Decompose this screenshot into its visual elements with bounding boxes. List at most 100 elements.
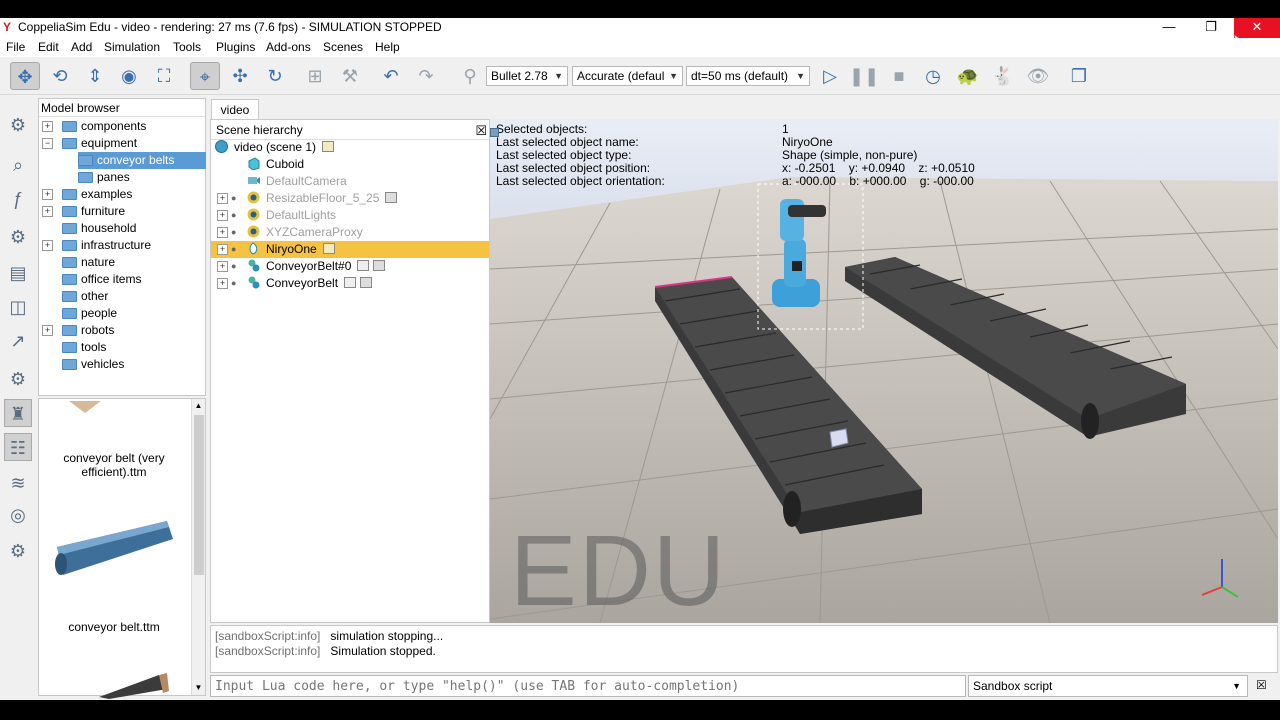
dynamics-icon[interactable]: ⚲ [455,62,485,90]
accuracy-select[interactable]: Accurate (defaul ▼ [572,66,683,86]
hierarchy-item-conveyorbelt[interactable]: + ● ConveyorBelt [211,275,489,292]
click-select-icon[interactable]: ⌖ [190,62,220,90]
expand-icon[interactable]: + [217,210,228,221]
script-icon[interactable] [357,260,370,271]
menu-addons[interactable]: Add-ons [266,40,311,54]
tree-item-nature[interactable]: nature [62,254,115,271]
undo-icon[interactable]: ↶ [376,62,406,90]
expand-icon[interactable]: + [217,244,228,255]
thumbnail-scrollbar[interactable]: ▲ ▼ [191,399,205,695]
script-icon[interactable] [344,277,357,288]
scene-hierarchy-icon[interactable]: ☷ [4,433,32,461]
camera-shift-icon[interactable]: ⇕ [80,62,110,90]
expand-icon[interactable]: + [42,121,53,132]
expand-icon[interactable]: + [217,193,228,204]
user-settings-icon[interactable]: ⚙ [4,537,32,565]
selection-icon[interactable]: ▤ [4,259,32,287]
scene-layers-icon[interactable]: ❐ [1064,62,1094,90]
expand-icon[interactable]: + [42,240,53,251]
timestep-select[interactable]: dt=50 ms (default) ▼ [686,66,810,86]
object-rotate-icon[interactable]: ↻ [260,62,290,90]
lua-command-input[interactable] [210,675,966,697]
physics-engine-select[interactable]: Bullet 2.78 ▼ [486,66,568,86]
expand-icon[interactable]: + [217,227,228,238]
tree-item-robots[interactable]: + robots [42,322,114,339]
scrollbar-thumb[interactable] [194,415,204,575]
tree-item-people[interactable]: people [62,305,117,322]
menu-scenes[interactable]: Scenes [323,40,363,54]
menu-edit[interactable]: Edit [38,40,59,54]
expand-icon[interactable]: + [42,189,53,200]
menu-help[interactable]: Help [375,40,400,54]
hierarchy-item-defaultlights[interactable]: + ● DefaultLights [211,207,489,224]
collapse-icon[interactable]: − [42,138,53,149]
faster-icon[interactable]: 🐇 [988,62,1018,90]
expand-icon[interactable]: + [42,206,53,217]
restore-button[interactable]: ❐ [1188,18,1234,38]
menu-file[interactable]: File [6,40,25,54]
hierarchy-item-xyzcameraproxy[interactable]: + ● XYZCameraProxy [211,224,489,241]
layers-icon[interactable]: ≋ [4,469,32,497]
object-shift-icon[interactable]: ✣ [225,62,255,90]
scene-viewport[interactable]: Selected objects: Last selected object n… [490,119,1278,623]
scroll-down-icon[interactable]: ▼ [192,681,205,695]
tab-video[interactable]: video [211,99,259,119]
scripts-icon[interactable]: ƒ [4,185,32,213]
info-toggle-icon[interactable] [490,128,499,137]
fit-to-view-icon[interactable]: ⛶ [149,62,179,90]
hierarchy-item-scene[interactable]: video (scene 1) [211,139,489,156]
thumbnail-label-conveyor-belt[interactable]: conveyor belt.ttm [39,620,189,634]
tree-item-components[interactable]: + components [42,118,146,135]
tree-item-tools[interactable]: tools [62,339,106,356]
hierarchy-item-niryoone[interactable]: + ● NiryoOne [211,241,489,258]
stop-icon[interactable]: ■ [884,62,914,90]
video-recorder-icon[interactable]: ◎ [4,501,32,529]
tree-item-equipment[interactable]: − equipment [42,135,137,152]
hierarchy-item-conveyorbelt0[interactable]: + ● ConveyorBelt#0 [211,258,489,275]
menu-plugins[interactable]: Plugins [216,40,255,54]
close-icon[interactable]: ☒ [475,121,487,141]
script-selector[interactable]: Sandbox script ▼ [968,675,1248,697]
script-icon[interactable] [385,192,398,203]
pause-icon[interactable]: ❚❚ [849,62,879,90]
expand-icon[interactable]: + [217,261,228,272]
menu-simulation[interactable]: Simulation [104,40,160,54]
zoom-icon[interactable]: ⌕ [4,151,32,179]
realtime-icon[interactable]: ◷ [918,62,948,90]
visualization-icon[interactable]: 👁 [1023,62,1053,90]
tree-item-household[interactable]: household [62,220,136,237]
assemble-icon[interactable]: ⊞ [300,62,330,90]
tree-item-conveyor-belts[interactable]: conveyor belts [78,152,206,169]
close-console-icon[interactable]: ☒ [1256,678,1267,692]
calculation-modules-icon[interactable]: ↗ [4,327,32,355]
customization-script-icon[interactable] [360,277,373,288]
tree-item-examples[interactable]: + examples [42,186,132,203]
redo-icon[interactable]: ↷ [411,62,441,90]
play-icon[interactable]: ▷ [815,62,845,90]
simulation-settings-icon[interactable]: ⚙ [4,111,32,139]
menu-tools[interactable]: Tools [173,40,201,54]
transfer-dna-icon[interactable]: ⚒ [335,62,365,90]
expand-icon[interactable]: + [217,278,228,289]
camera-pan-icon[interactable]: ✥ [10,62,40,90]
object-properties-icon[interactable]: ◫ [4,293,32,321]
camera-angle-icon[interactable]: ◉ [114,62,144,90]
model-browser-icon[interactable]: ♜ [4,399,32,427]
thumbnail-label-very-efficient[interactable]: conveyor belt (very efficient).ttm [39,451,189,479]
scroll-up-icon[interactable]: ▲ [192,399,205,413]
tree-item-vehicles[interactable]: vehicles [62,356,124,373]
script-icon[interactable] [322,243,335,254]
slower-icon[interactable]: 🐢 [953,62,983,90]
hierarchy-item-resizablefloor[interactable]: + ● ResizableFloor_5_25 [211,190,489,207]
minimize-button[interactable]: — [1146,18,1192,38]
collections-icon[interactable]: ⚙ [4,223,32,251]
hierarchy-item-cuboid[interactable]: Cuboid [211,156,489,173]
tree-item-panes[interactable]: panes [78,169,130,186]
tree-item-furniture[interactable]: + furniture [42,203,125,220]
paths-icon[interactable]: ⚙ [4,365,32,393]
camera-rotate-icon[interactable]: ⟲ [45,62,75,90]
script-icon[interactable] [322,141,335,152]
expand-icon[interactable]: + [42,325,53,336]
menu-add[interactable]: Add [71,40,92,54]
hierarchy-item-defaultcamera[interactable]: DefaultCamera [211,173,489,190]
